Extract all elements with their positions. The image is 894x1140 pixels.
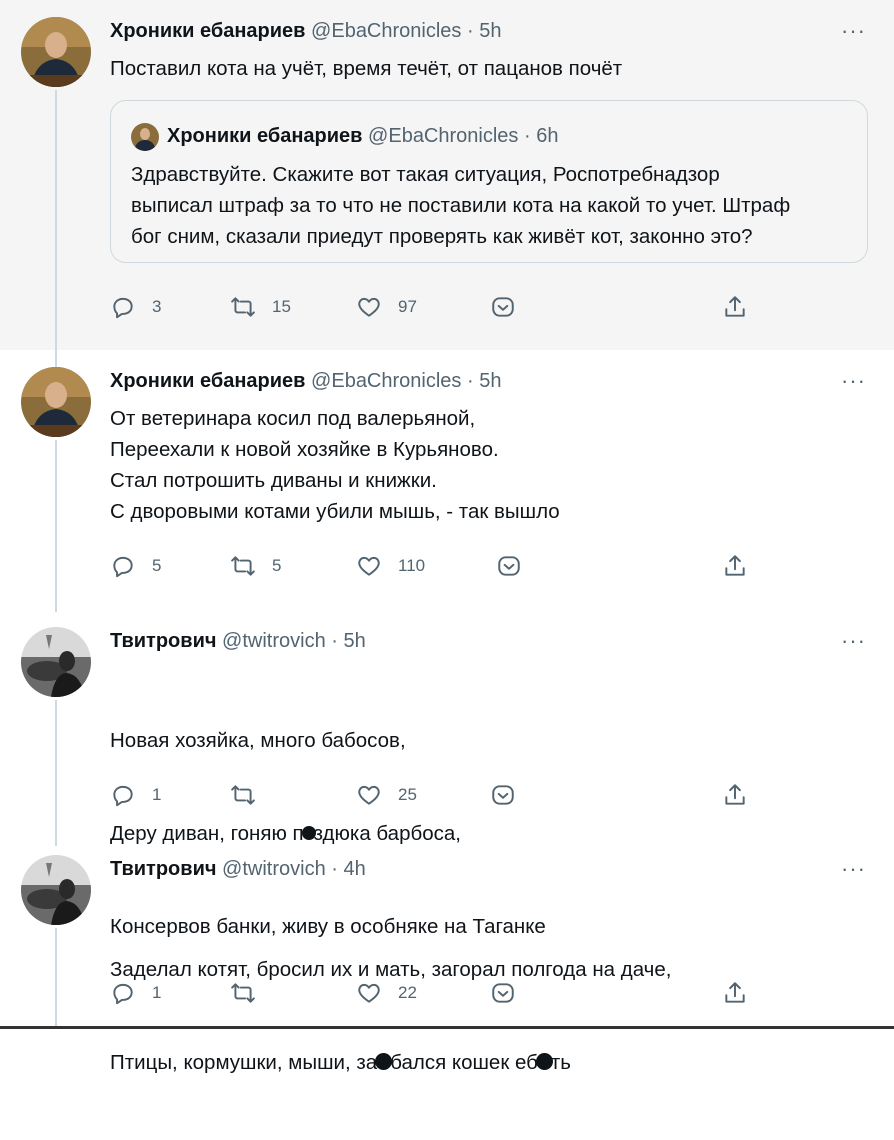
heart-icon: [358, 983, 380, 1003]
handle-time[interactable]: @EbaChronicles · 5h: [311, 20, 501, 42]
retweet-icon: [231, 785, 255, 805]
share-button[interactable]: [722, 980, 748, 1006]
bookmark-button[interactable]: [496, 553, 522, 579]
tweet-actions: 1 25: [110, 782, 750, 812]
reply-button[interactable]: 3: [110, 294, 161, 320]
like-button[interactable]: 25: [356, 782, 417, 808]
like-count: 25: [398, 785, 417, 804]
tweet-actions: 1 22: [110, 980, 750, 1010]
share-icon: [725, 784, 745, 805]
censor-blot: [301, 825, 316, 840]
like-button[interactable]: 22: [356, 980, 417, 1006]
bookmark-button[interactable]: [490, 294, 516, 320]
tweet-line: Новая хозяйка, много бабосов,: [110, 729, 406, 752]
bookmark-button[interactable]: [490, 980, 516, 1006]
retweet-icon: [231, 556, 255, 576]
like-count: 22: [398, 983, 417, 1002]
censor-blot: [535, 1053, 553, 1071]
more-options-button[interactable]: ···: [841, 856, 866, 882]
bookmark-button[interactable]: [490, 782, 516, 808]
like-button[interactable]: 110: [356, 553, 425, 579]
bookmark-icon: [492, 785, 514, 805]
more-options-button[interactable]: ···: [841, 368, 866, 394]
retweet-button[interactable]: [230, 980, 272, 1006]
reply-button[interactable]: 1: [110, 980, 161, 1006]
tweet-line-part: Птицы, кормушки, мыши, за: [110, 1051, 378, 1074]
retweet-count: 5: [272, 556, 282, 575]
retweet-button[interactable]: 5: [230, 553, 281, 579]
quote-header: Хроники ебанариев @EbaChronicles · 6h: [167, 125, 558, 148]
reply-icon: [113, 983, 133, 1005]
reply-icon: [113, 297, 133, 319]
tweet-line-part: бался кошек еб: [390, 1051, 538, 1074]
bookmark-icon: [492, 297, 514, 317]
quoted-tweet[interactable]: Хроники ебанариев @EbaChronicles · 6h Зд…: [110, 100, 868, 263]
retweet-button[interactable]: 15: [230, 294, 291, 320]
retweet-icon: [231, 297, 255, 317]
display-name[interactable]: Твитрович: [110, 630, 216, 652]
avatar[interactable]: [21, 367, 91, 437]
thread-line: [55, 350, 57, 368]
handle-time[interactable]: @EbaChronicles · 5h: [311, 370, 501, 392]
like-count: 97: [398, 297, 417, 316]
display-name[interactable]: Твитрович: [110, 858, 216, 880]
retweet-count: 15: [272, 297, 291, 316]
tweet-text: От ветеринара косил под валерьяной, Пере…: [110, 407, 560, 523]
more-options-button[interactable]: ···: [841, 18, 866, 44]
quote-handle-time: @EbaChronicles · 6h: [368, 125, 559, 147]
reply-count: 1: [152, 983, 162, 1002]
bookmark-icon: [492, 983, 514, 1003]
thread-line: [55, 928, 57, 1029]
bookmark-icon: [498, 556, 520, 576]
tweet-line-part: ть: [550, 1051, 571, 1074]
share-button[interactable]: [722, 782, 748, 808]
tweet-1[interactable]: Хроники ебанариев @EbaChronicles · 5h ··…: [0, 0, 894, 350]
share-button[interactable]: [722, 294, 748, 320]
tweet-line: Птицы, кормушки, мыши, за бался кошек еб т…: [110, 1047, 671, 1078]
avatar[interactable]: [21, 627, 91, 697]
thread-line: [55, 90, 57, 350]
tweet-header: Твитрович @twitrovich · 4h: [110, 858, 366, 881]
display-name[interactable]: Хроники ебанариев: [110, 20, 305, 42]
reply-count: 5: [152, 556, 162, 575]
quote-text: Здравствуйте. Скажите вот такая ситуация…: [131, 163, 791, 248]
reply-count: 3: [152, 297, 162, 316]
like-button[interactable]: 97: [356, 294, 417, 320]
reply-button[interactable]: 5: [110, 553, 161, 579]
tweet-text: Заделал котят, бросил их и мать, загорал…: [110, 892, 671, 1140]
avatar[interactable]: [21, 17, 91, 87]
thread-line: [55, 440, 57, 610]
handle-time[interactable]: @twitrovich · 4h: [222, 858, 366, 880]
reply-count: 1: [152, 785, 162, 804]
thread-line: [55, 700, 57, 846]
avatar[interactable]: [21, 855, 91, 925]
like-count: 110: [398, 556, 426, 575]
heart-icon: [358, 297, 380, 317]
tweet-header: Твитрович @twitrovich · 5h: [110, 630, 366, 653]
tweet-header: Хроники ебанариев @EbaChronicles · 5h: [110, 20, 501, 43]
tweet-3[interactable]: Твитрович @twitrovich · 5h ··· Новая хоз…: [0, 610, 894, 938]
tweet-header: Хроники ебанариев @EbaChronicles · 5h: [110, 370, 501, 393]
share-button[interactable]: [722, 553, 748, 579]
reply-icon: [113, 785, 133, 807]
share-icon: [725, 555, 745, 576]
share-icon: [725, 982, 745, 1003]
handle-time[interactable]: @twitrovich · 5h: [222, 630, 366, 652]
quote-display-name: Хроники ебанариев: [167, 125, 363, 147]
retweet-button[interactable]: [230, 782, 272, 808]
quote-avatar: [131, 123, 159, 151]
share-icon: [725, 296, 745, 317]
reply-button[interactable]: 1: [110, 782, 161, 808]
tweet-4[interactable]: Твитрович @twitrovich · 4h ··· Заделал к…: [0, 840, 894, 1074]
tweet-2[interactable]: Хроники ебанариев @EbaChronicles · 5h ··…: [0, 350, 894, 610]
heart-icon: [358, 785, 380, 805]
more-options-button[interactable]: ···: [841, 628, 866, 654]
tweet-actions: 3 15 97: [110, 294, 750, 324]
retweet-icon: [231, 983, 255, 1003]
tweet-text: Поставил кота на учёт, время течёт, от п…: [110, 57, 623, 80]
display-name[interactable]: Хроники ебанариев: [110, 370, 305, 392]
heart-icon: [358, 556, 380, 576]
reply-icon: [113, 556, 133, 578]
tweet-actions: 5 5 110: [110, 553, 750, 583]
